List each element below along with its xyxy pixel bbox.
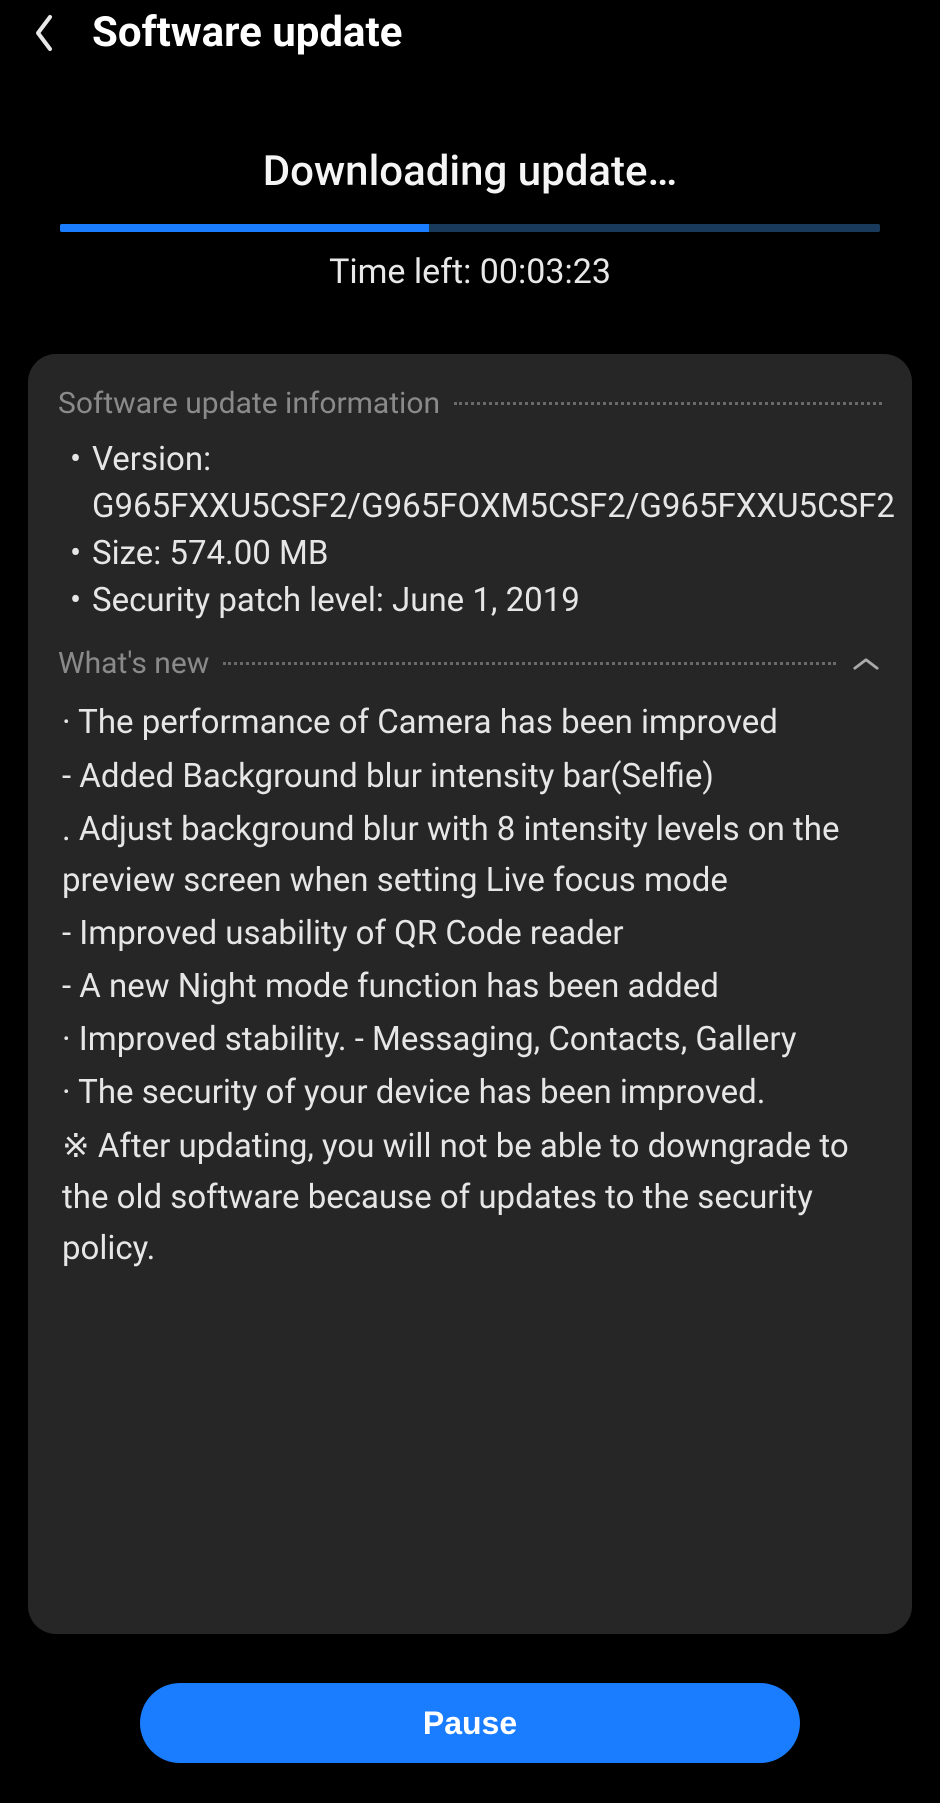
chevron-left-icon [31,13,57,53]
info-list: Version: G965FXXU5CSF2/G965FOXM5CSF2/G96… [58,437,882,624]
whatsnew-line: · Improved stability. - Messaging, Conta… [62,1014,882,1065]
collapse-icon[interactable] [850,648,882,680]
whatsnew-line: - Added Background blur intensity bar(Se… [62,751,882,802]
time-left-label: Time left: 00:03:23 [60,252,880,292]
back-button[interactable] [24,13,64,53]
info-section-header: Software update information [58,386,882,421]
whatsnew-line: ※ After updating, you will not be able t… [62,1121,882,1274]
whatsnew-line: · The performance of Camera has been imp… [62,697,882,748]
section-divider-dots [454,402,882,405]
info-size: Size: 574.00 MB [62,531,882,578]
chevron-up-icon [852,655,880,673]
download-progress-fill [60,224,429,232]
download-progress-bar [60,224,880,232]
info-version: Version: G965FXXU5CSF2/G965FOXM5CSF2/G96… [62,437,882,531]
whatsnew-line: - A new Night mode function has been add… [62,961,882,1012]
download-status-text: Downloading update… [60,147,880,196]
whatsnew-section-header[interactable]: What's new [58,646,882,681]
whatsnew-line: · The security of your device has been i… [62,1067,882,1118]
whatsnew-line: - Improved usability of QR Code reader [62,908,882,959]
update-info-card[interactable]: Software update information Version: G96… [28,354,912,1634]
pause-button[interactable]: Pause [140,1683,800,1763]
whatsnew-body: · The performance of Camera has been imp… [58,697,882,1274]
info-section-label: Software update information [58,386,440,421]
section-divider-dots [223,662,836,665]
bottom-action-bar: Pause [0,1683,940,1763]
page-title: Software update [92,8,402,57]
whatsnew-line: . Adjust background blur with 8 intensit… [62,804,882,906]
download-status-section: Downloading update… Time left: 00:03:23 [0,75,940,322]
whatsnew-section-label: What's new [58,646,209,681]
info-security: Security patch level: June 1, 2019 [62,578,882,625]
app-header: Software update [0,0,940,75]
